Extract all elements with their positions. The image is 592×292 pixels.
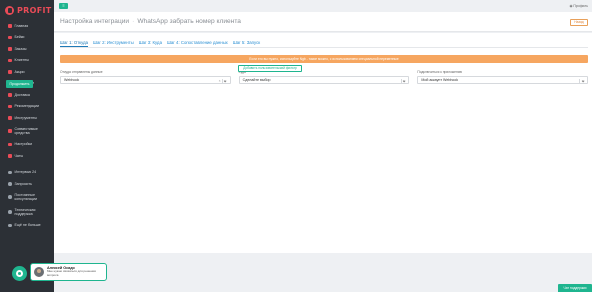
back-button[interactable]: Назад: [570, 19, 588, 26]
star-icon: [8, 104, 12, 108]
sidebar-item-label: Доставка: [14, 92, 30, 97]
field-source: Откуда отправлены данные Webhook ×: [60, 70, 231, 84]
sidebar-item-compatible[interactable]: Совместимые средства: [0, 124, 54, 139]
select-value: Сделайте выбор: [242, 78, 271, 82]
send-icon: [8, 182, 12, 186]
chevron-down-icon: [224, 79, 228, 83]
chat-message: Мне нужно связаться для решения вопроса: [47, 269, 96, 277]
chevron-down-icon: [581, 79, 585, 83]
sidebar-item-interview[interactable]: Интервью 24: [0, 167, 54, 179]
sidebar-item-label: Главная: [14, 23, 29, 28]
sidebar-item-consultations[interactable]: Постоянные консультации: [0, 190, 54, 205]
sidebar-item-chats[interactable]: Чаты: [0, 150, 54, 162]
sidebar-item-recommendations[interactable]: Рекомендации: [0, 101, 54, 113]
megaphone-icon: [8, 70, 12, 74]
tab-step-4[interactable]: Шаг 4: Сопоставление данных: [167, 40, 228, 47]
sidebar-item-delivery[interactable]: Доставка: [0, 89, 54, 101]
topbar: [54, 0, 592, 12]
sidebar-nav: Главная Бейки Заказы Клиенты Акции Интег…: [0, 20, 54, 231]
book-icon: [8, 170, 12, 174]
help-icon: [8, 210, 12, 214]
source-select[interactable]: Webhook ×: [60, 76, 231, 84]
sidebar-item-support[interactable]: Техническая поддержка: [0, 205, 54, 220]
user-menu[interactable]: ◉ Профиль: [569, 4, 588, 8]
sidebar-item-label: Чаты: [14, 153, 24, 158]
sidebar-item-settings[interactable]: Настройки: [0, 139, 54, 151]
select-value: Webhook: [64, 78, 80, 82]
source-fields: Откуда отправлены данные Webhook × Куда …: [60, 70, 589, 84]
sidebar-item-label: Ещё не больше: [14, 223, 41, 228]
field-target: Куда Сделайте выбор: [238, 70, 410, 84]
tabs-divider: [60, 47, 588, 48]
field-label: Откуда отправлены данные: [60, 70, 103, 74]
sidebar-item-beyki[interactable]: Бейки: [0, 32, 54, 44]
sidebar-item-tools[interactable]: Инструменты: [0, 112, 54, 124]
sidebar: PROFIT Главная Бейки Заказы Клиенты Акци…: [0, 0, 54, 292]
hamburger-icon: ≡: [62, 3, 65, 8]
info-icon: [8, 195, 12, 199]
page-title-main: Настройка интеграции: [60, 18, 130, 25]
logo-text: PROFIT: [17, 5, 52, 15]
select-divider: [579, 78, 581, 83]
logo[interactable]: PROFIT: [0, 0, 54, 20]
sidebar-item-orders[interactable]: Заказы: [0, 43, 54, 55]
more-icon: [8, 223, 12, 227]
page-header: Настройка интеграции · WhatsApp забрать но…: [54, 12, 592, 32]
sidebar-item-label: Настройки: [14, 142, 33, 147]
step-tabs: Шаг 1: Откуда Шаг 2: Инструменты Шаг 3: …: [60, 40, 260, 47]
layers-icon: [8, 129, 12, 133]
avatar: [34, 267, 44, 277]
whatsapp-icon: [16, 270, 23, 277]
sidebar-item-label: Интервью 24: [14, 170, 37, 175]
sidebar-item-label: Акции: [14, 69, 25, 74]
support-chat-button[interactable]: Чат поддержки: [558, 284, 592, 292]
chevron-down-icon: [402, 79, 406, 83]
sidebar-item-home[interactable]: Главная: [0, 20, 54, 32]
sidebar-item-request[interactable]: Запросить: [0, 178, 54, 190]
sidebar-item-label: Техническая поддержка: [14, 207, 36, 216]
target-select[interactable]: Сделайте выбор: [238, 76, 410, 84]
tab-step-3[interactable]: Шаг 3: Куда: [139, 40, 162, 47]
tab-step-1[interactable]: Шаг 1: Откуда: [60, 40, 89, 47]
page-title-sub: WhatsApp забрать номер клиента: [137, 18, 241, 25]
sidebar-item-label: Рекомендации: [14, 104, 39, 109]
select-value: Мой аккаунт Webhook: [421, 78, 459, 82]
wrench-icon: [8, 116, 12, 120]
add-filter-button[interactable]: Добавить пользовательский фильтр: [238, 65, 302, 72]
tab-step-5[interactable]: Шаг 5: Запуск: [233, 40, 260, 47]
tab-step-2[interactable]: Шаг 2: Инструменты: [93, 40, 134, 47]
cart-icon: [8, 47, 12, 51]
sidebar-item-label: Бейки: [14, 35, 25, 40]
users-icon: [8, 58, 12, 62]
connection-select[interactable]: Мой аккаунт Webhook: [417, 76, 589, 84]
sidebar-item-label: Клиенты: [14, 58, 29, 63]
field-connection: Подключиться к приложению Мой аккаунт We…: [417, 70, 589, 84]
clear-icon[interactable]: ×: [219, 79, 221, 83]
chat-popup-body: Алексей Осадо Мне нужно связаться для ре…: [47, 266, 99, 277]
home-icon: [8, 24, 12, 28]
sidebar-item-clients[interactable]: Клиенты: [0, 55, 54, 67]
chat-icon: [8, 154, 12, 158]
whatsapp-button[interactable]: [12, 266, 27, 281]
warning-banner: Если это вы нужно, используйте Ngb - так…: [60, 55, 588, 63]
integration-form: Шаг 1: Откуда Шаг 2: Инструменты Шаг 3: …: [54, 33, 592, 253]
logo-icon: [5, 5, 14, 15]
continue-button[interactable]: Продолжить: [6, 80, 33, 88]
field-label: Подключиться к приложению: [417, 70, 463, 74]
user-label: Профиль: [573, 4, 588, 8]
title-separator: ·: [132, 18, 135, 25]
sidebar-item-label: Инструменты: [14, 115, 37, 120]
sidebar-item-label: Запросить: [14, 181, 32, 186]
sidebar-item-promotions[interactable]: Акции: [0, 66, 54, 78]
page-title: Настройка интеграции · WhatsApp забрать но…: [60, 18, 241, 25]
sidebar-item-label: Постоянные консультации: [14, 192, 37, 201]
sidebar-item-label: Заказы: [14, 46, 27, 51]
sidebar-item-label: Совместимые средства: [14, 126, 38, 135]
truck-icon: [8, 93, 12, 97]
sidebar-item-more[interactable]: Ещё не больше: [0, 220, 54, 232]
tag-icon: [8, 35, 12, 39]
gear-icon: [8, 142, 12, 146]
menu-toggle-button[interactable]: ≡: [59, 3, 68, 9]
chat-popup[interactable]: Алексей Осадо Мне нужно связаться для ре…: [30, 263, 107, 281]
